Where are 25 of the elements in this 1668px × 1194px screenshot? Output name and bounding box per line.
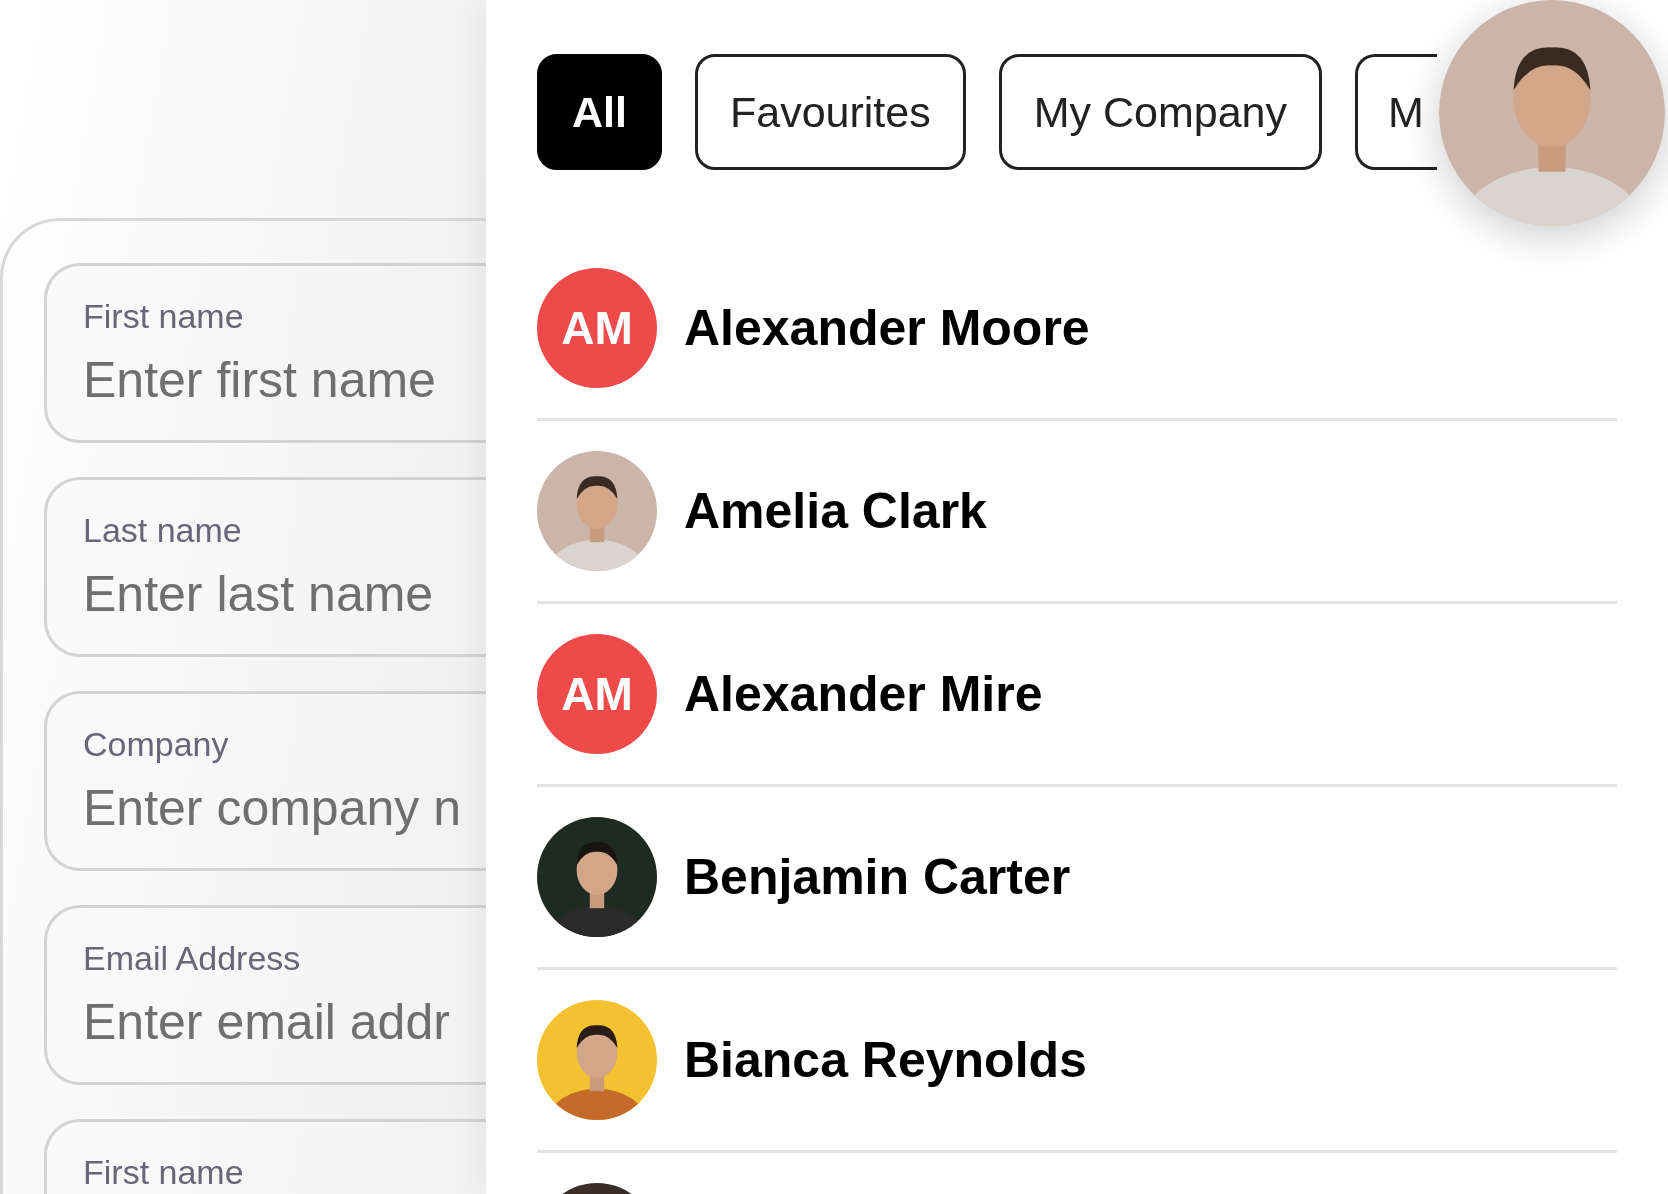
- input-field[interactable]: Enter company n: [83, 770, 486, 846]
- initials-avatar: AM: [537, 634, 657, 754]
- field-label: First name: [83, 1152, 245, 1193]
- contact-name[interactable]: Alexander Moore: [684, 290, 1090, 366]
- contact-name[interactable]: Benjamin Carter: [684, 839, 1071, 915]
- contact-name[interactable]: Amelia Clark: [684, 473, 987, 549]
- text-field[interactable]: Email Address Enter email addr: [44, 905, 486, 1085]
- field-label: Last name: [83, 510, 243, 551]
- initials-avatar: AM: [537, 268, 657, 388]
- field-label: First name: [83, 296, 245, 337]
- filter-tab[interactable]: All: [537, 54, 662, 170]
- field-label: Email Address: [83, 938, 302, 979]
- text-field[interactable]: Company Enter company n: [44, 691, 486, 871]
- field-label: Company: [83, 724, 230, 765]
- input-field[interactable]: Enter last name: [83, 556, 486, 632]
- contact-name[interactable]: Alexander Mire: [684, 656, 1043, 732]
- input-field[interactable]: Enter first name: [83, 342, 486, 418]
- text-field[interactable]: First name Enter first name: [44, 263, 486, 443]
- contact-name[interactable]: Bianca Reynolds: [684, 1022, 1087, 1098]
- filter-tab[interactable]: Favourites: [694, 54, 966, 170]
- filter-tab[interactable]: M: [1355, 54, 1437, 170]
- filter-tab[interactable]: My Company: [998, 54, 1322, 170]
- input-field[interactable]: Enter email addr: [83, 984, 486, 1060]
- text-field[interactable]: First name: [44, 1119, 486, 1194]
- text-field[interactable]: Last name Enter last name: [44, 477, 486, 657]
